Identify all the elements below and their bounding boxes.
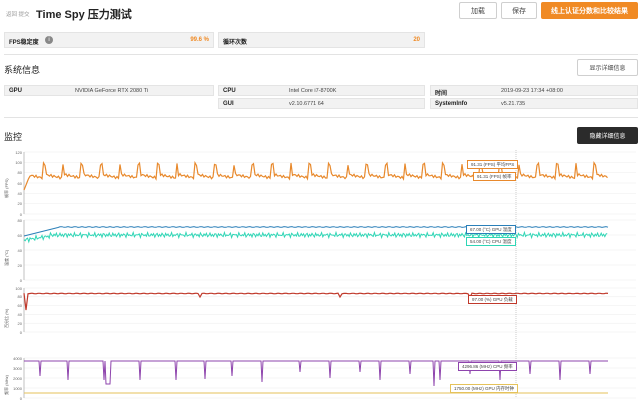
cpu-temp-line xyxy=(23,230,608,244)
cpu-temp-legend: 54.00 (°C) CPU 温度 xyxy=(466,237,516,246)
gpu-load-legend: 97.00 (%) GPU 负载 xyxy=(468,295,517,304)
fps-avg-legend: 91.31 (FPS) 平均FPS xyxy=(467,160,519,169)
mem-freq-legend: 1750.00 (MHz) GPU 内存时钟 xyxy=(450,384,519,393)
fps-line xyxy=(23,160,608,191)
gpu-temp-legend: 67.00 (°C) GPU 温度 xyxy=(466,225,516,234)
fps-legend: 91.31 (FPS) 帧率 xyxy=(473,172,516,181)
cpu-freq-line xyxy=(24,360,608,387)
gpu-load-line xyxy=(23,292,609,311)
monitor-graphs xyxy=(23,150,636,399)
cpu-freq-legend: 4296.86 (MHz) CPU 频率 xyxy=(458,362,517,371)
